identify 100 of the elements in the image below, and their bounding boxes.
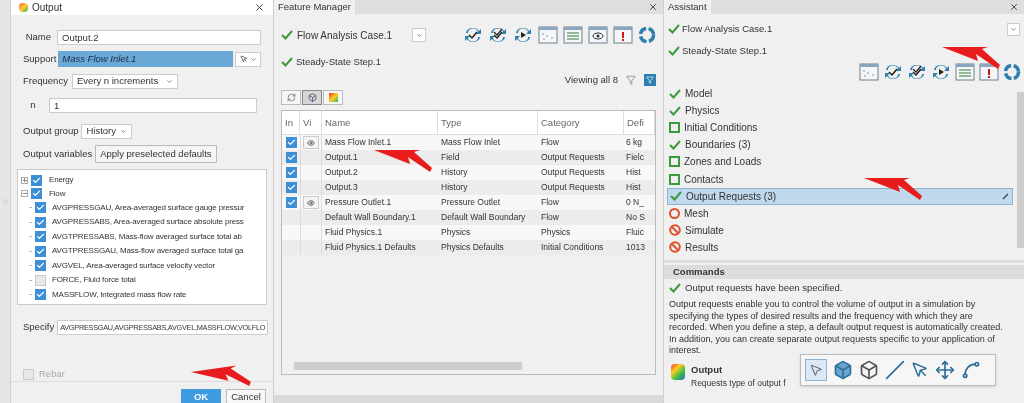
table-cell-text: Flow [540, 136, 560, 149]
refresh-double-check-icon[interactable] [907, 63, 927, 81]
column-header[interactable]: Type [438, 111, 538, 134]
curve-icon[interactable] [961, 360, 981, 380]
eye-window-icon[interactable] [588, 26, 608, 44]
checkbox[interactable] [35, 289, 46, 300]
pencil-icon[interactable] [1002, 192, 1010, 201]
tree-item[interactable]: AVGVEL, Area-averaged surface velocity vector [49, 259, 215, 272]
cube-select-icon[interactable] [833, 360, 853, 380]
workflow-step[interactable]: Boundaries (3) [667, 136, 1013, 154]
tree-item[interactable]: AVGPRESSGAU, Area-averaged surface gauge pressur [49, 201, 245, 214]
geometry-tab[interactable] [281, 90, 301, 105]
column-header[interactable]: In [282, 111, 300, 134]
table-cell-text: Hist [625, 181, 642, 194]
checkbox[interactable] [285, 152, 297, 163]
refresh-check-icon[interactable] [883, 63, 903, 81]
checkbox[interactable] [35, 260, 46, 271]
checkbox[interactable] [35, 231, 46, 242]
tree-item[interactable]: FORCE, Fluid force total [49, 274, 136, 286]
checkbox[interactable] [285, 137, 297, 148]
checkbox[interactable] [35, 245, 46, 257]
empty-square-icon [669, 122, 680, 134]
line-icon[interactable] [885, 360, 905, 380]
refresh-play-icon[interactable] [513, 26, 533, 44]
workflow-step[interactable]: Mesh [667, 204, 1013, 222]
move-icon[interactable] [935, 360, 955, 380]
check-icon [668, 24, 680, 34]
visibility-cell[interactable] [300, 240, 322, 255]
checkbox[interactable] [23, 368, 34, 380]
tree-item[interactable]: AVGTPRESSABS, Mass-flow averaged surface total ab [49, 230, 242, 243]
output-group-dropdown[interactable]: History [81, 123, 133, 139]
tree-item[interactable]: AVGPRESSABS, Area-averaged surface absolute press [49, 216, 244, 228]
workflow-step[interactable]: Simulate [667, 221, 1013, 239]
workflow-step[interactable]: Model [667, 85, 1013, 103]
column-header[interactable]: Vi [300, 111, 322, 134]
column-header[interactable]: Defi [624, 111, 655, 134]
apply-defaults-button[interactable]: Apply preselected defaults [95, 145, 217, 163]
checkbox[interactable] [285, 197, 297, 208]
checkbox[interactable] [285, 167, 297, 178]
select-tool[interactable] [805, 359, 827, 381]
checkbox[interactable] [35, 202, 46, 213]
dotted-window-icon[interactable] [538, 26, 558, 44]
column-header[interactable]: Name [322, 111, 438, 134]
n-field[interactable]: 1 [49, 97, 257, 113]
caret-icon [166, 77, 174, 85]
refresh-double-check-icon[interactable] [488, 26, 508, 44]
workflow-step[interactable]: Results [667, 238, 1013, 256]
alert-window-icon[interactable] [613, 26, 633, 44]
table-cell-text: Mass Flow Inlet [440, 136, 502, 149]
cancel-button[interactable]: Cancel [226, 389, 266, 403]
pick-button[interactable] [235, 51, 261, 67]
filter-button[interactable] [644, 74, 656, 86]
checkbox[interactable] [35, 274, 46, 286]
refresh-play-icon[interactable] [931, 63, 951, 81]
close-icon[interactable] [1009, 2, 1019, 12]
panel-tab[interactable]: Assistant [664, 0, 711, 14]
tree-item[interactable]: MASSFLOW, Integrated mass flow rate [49, 288, 187, 301]
workflow-step[interactable]: Initial Conditions [667, 119, 1013, 137]
cycle-icon[interactable] [638, 26, 656, 44]
checkbox[interactable] [31, 174, 42, 186]
commands-header: Commands [664, 265, 1024, 279]
case-dropdown[interactable] [1007, 22, 1020, 36]
alert-window-icon[interactable] [979, 63, 999, 81]
filter-icon[interactable] [626, 75, 636, 85]
list-window-icon[interactable] [563, 26, 583, 44]
visibility-cell[interactable] [300, 135, 322, 150]
pointer-icon[interactable] [911, 361, 929, 379]
features-tab[interactable] [302, 90, 322, 105]
checkbox[interactable] [285, 182, 297, 193]
tree-item[interactable]: AVGTPRESSGAU, Mass-flow averaged surface total ga [49, 245, 244, 257]
dotted-window-icon[interactable] [859, 63, 879, 81]
cube-outline-icon[interactable] [859, 360, 879, 380]
table-cell-text: History [440, 181, 469, 194]
tree-item[interactable]: Energy [45, 174, 74, 186]
name-field[interactable]: Output.2 [57, 29, 261, 45]
collapse-icon[interactable] [21, 190, 28, 197]
expand-icon[interactable] [21, 176, 28, 184]
panel-tab[interactable]: Feature Manager [274, 0, 355, 14]
close-icon[interactable] [254, 2, 265, 13]
results-tab[interactable] [323, 90, 343, 105]
field-label: n [29, 97, 37, 112]
table-cell-text: Hist [625, 166, 642, 179]
workflow-step[interactable]: Contacts [667, 170, 1013, 188]
tree-item[interactable]: Flow [45, 187, 66, 200]
checkbox[interactable] [35, 216, 46, 228]
cycle-icon[interactable] [1003, 63, 1021, 81]
column-header[interactable]: Category [538, 111, 624, 134]
case-dropdown[interactable] [412, 28, 427, 42]
checkbox[interactable] [31, 188, 42, 199]
refresh-check-icon[interactable] [463, 26, 483, 44]
workflow-step[interactable]: Zones and Loads [667, 153, 1013, 171]
pointer-icon [239, 55, 248, 63]
frequency-dropdown[interactable]: Every n increments [71, 73, 179, 89]
visibility-cell[interactable] [300, 195, 322, 210]
check-icon [668, 46, 680, 56]
workflow-step[interactable]: Physics [667, 102, 1013, 120]
empty-square-icon [669, 156, 680, 168]
close-icon[interactable] [648, 2, 658, 12]
workflow-step[interactable]: Output Requests (3) [667, 187, 1013, 205]
support-field[interactable]: Mass Flow Inlet.1 [58, 51, 233, 67]
